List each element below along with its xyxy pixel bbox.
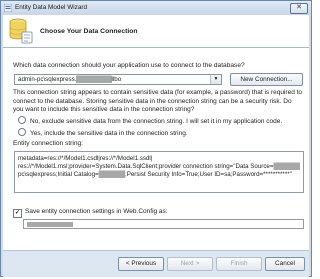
- sensitive-data-note: This connection string appears to contai…: [13, 89, 303, 113]
- conn-line-3: pc\sqlexpress;Initial Catalog=██████;Per…: [18, 171, 300, 179]
- conn-redacted-2: ██████: [98, 171, 125, 178]
- dropdown-arrow-icon[interactable]: ▼: [210, 75, 221, 84]
- wizard-header: Choose Your Data Connection: [3, 15, 309, 48]
- connection-select-value: admin-pc\sqlexpress.████████llbo: [18, 76, 121, 83]
- new-connection-button[interactable]: New Connection...: [230, 73, 303, 86]
- radio-button-icon[interactable]: [18, 128, 26, 136]
- conn-line-2-text: res://*/Model1.msl;provider=System.Data.…: [18, 163, 274, 170]
- wizard-window: Entity Data Model Wizard ✕ Choose Your D…: [0, 0, 312, 277]
- radio-exclude-sensitive[interactable]: No, exclude sensitive data from the conn…: [18, 116, 282, 125]
- conn-line-1: metadata=res://*/Model1.csdl|res://*/Mod…: [18, 155, 153, 162]
- connection-value-suffix: llbo: [111, 76, 122, 83]
- conn-line-3-tail: ;Persist Security Info=True;User ID=sa;P…: [124, 171, 292, 178]
- database-icon: [9, 18, 33, 44]
- radio-exclude-label: No, exclude sensitive data from the conn…: [30, 118, 283, 125]
- radio-button-icon[interactable]: [18, 116, 26, 124]
- page-title: Choose Your Data Connection: [40, 28, 138, 35]
- cancel-button[interactable]: Cancel: [265, 257, 305, 271]
- wizard-footer: < Previous Next > Finish Cancel: [3, 250, 309, 277]
- connection-question: Which data connection should your applic…: [13, 62, 245, 69]
- checkmark-icon[interactable]: ✓: [13, 209, 22, 218]
- save-settings-label: Save entity connection settings in Web.C…: [25, 208, 168, 215]
- wizard-app-icon: [4, 4, 12, 12]
- window-title: Entity Data Model Wizard: [15, 4, 88, 11]
- finish-button[interactable]: Finish: [216, 257, 262, 271]
- radio-include-sensitive[interactable]: Yes, include the sensitive data in the c…: [18, 128, 188, 137]
- connection-select[interactable]: admin-pc\sqlexpress.████████llbo ▼: [14, 74, 222, 85]
- webconfig-name-input[interactable]: [23, 219, 304, 229]
- title-bar: Entity Data Model Wizard ✕: [1, 1, 311, 15]
- close-button[interactable]: ✕: [290, 3, 308, 14]
- next-button[interactable]: Next >: [167, 257, 213, 271]
- radio-include-label: Yes, include the sensitive data in the c…: [30, 130, 188, 137]
- webconfig-name-redacted: [27, 222, 73, 227]
- conn-line-2: res://*/Model1.msl;provider=System.Data.…: [18, 163, 300, 171]
- entity-connection-label: Entity connection string:: [13, 140, 84, 147]
- entity-connection-string[interactable]: metadata=res://*/Model1.csdl|res://*/Mod…: [14, 151, 304, 193]
- previous-button[interactable]: < Previous: [118, 257, 164, 271]
- conn-redacted-1: ██████: [273, 163, 300, 170]
- connection-value-prefix: admin-pc\sqlexpress.: [18, 76, 77, 83]
- save-settings-check-row[interactable]: ✓ Save entity connection settings in Web.…: [13, 208, 168, 218]
- connection-value-redacted: ████████: [76, 76, 112, 83]
- conn-line-3-text: pc\sqlexpress;Initial Catalog=: [18, 171, 99, 178]
- close-icon: ✕: [296, 4, 302, 11]
- main-panel: Which data connection should your applic…: [3, 48, 309, 250]
